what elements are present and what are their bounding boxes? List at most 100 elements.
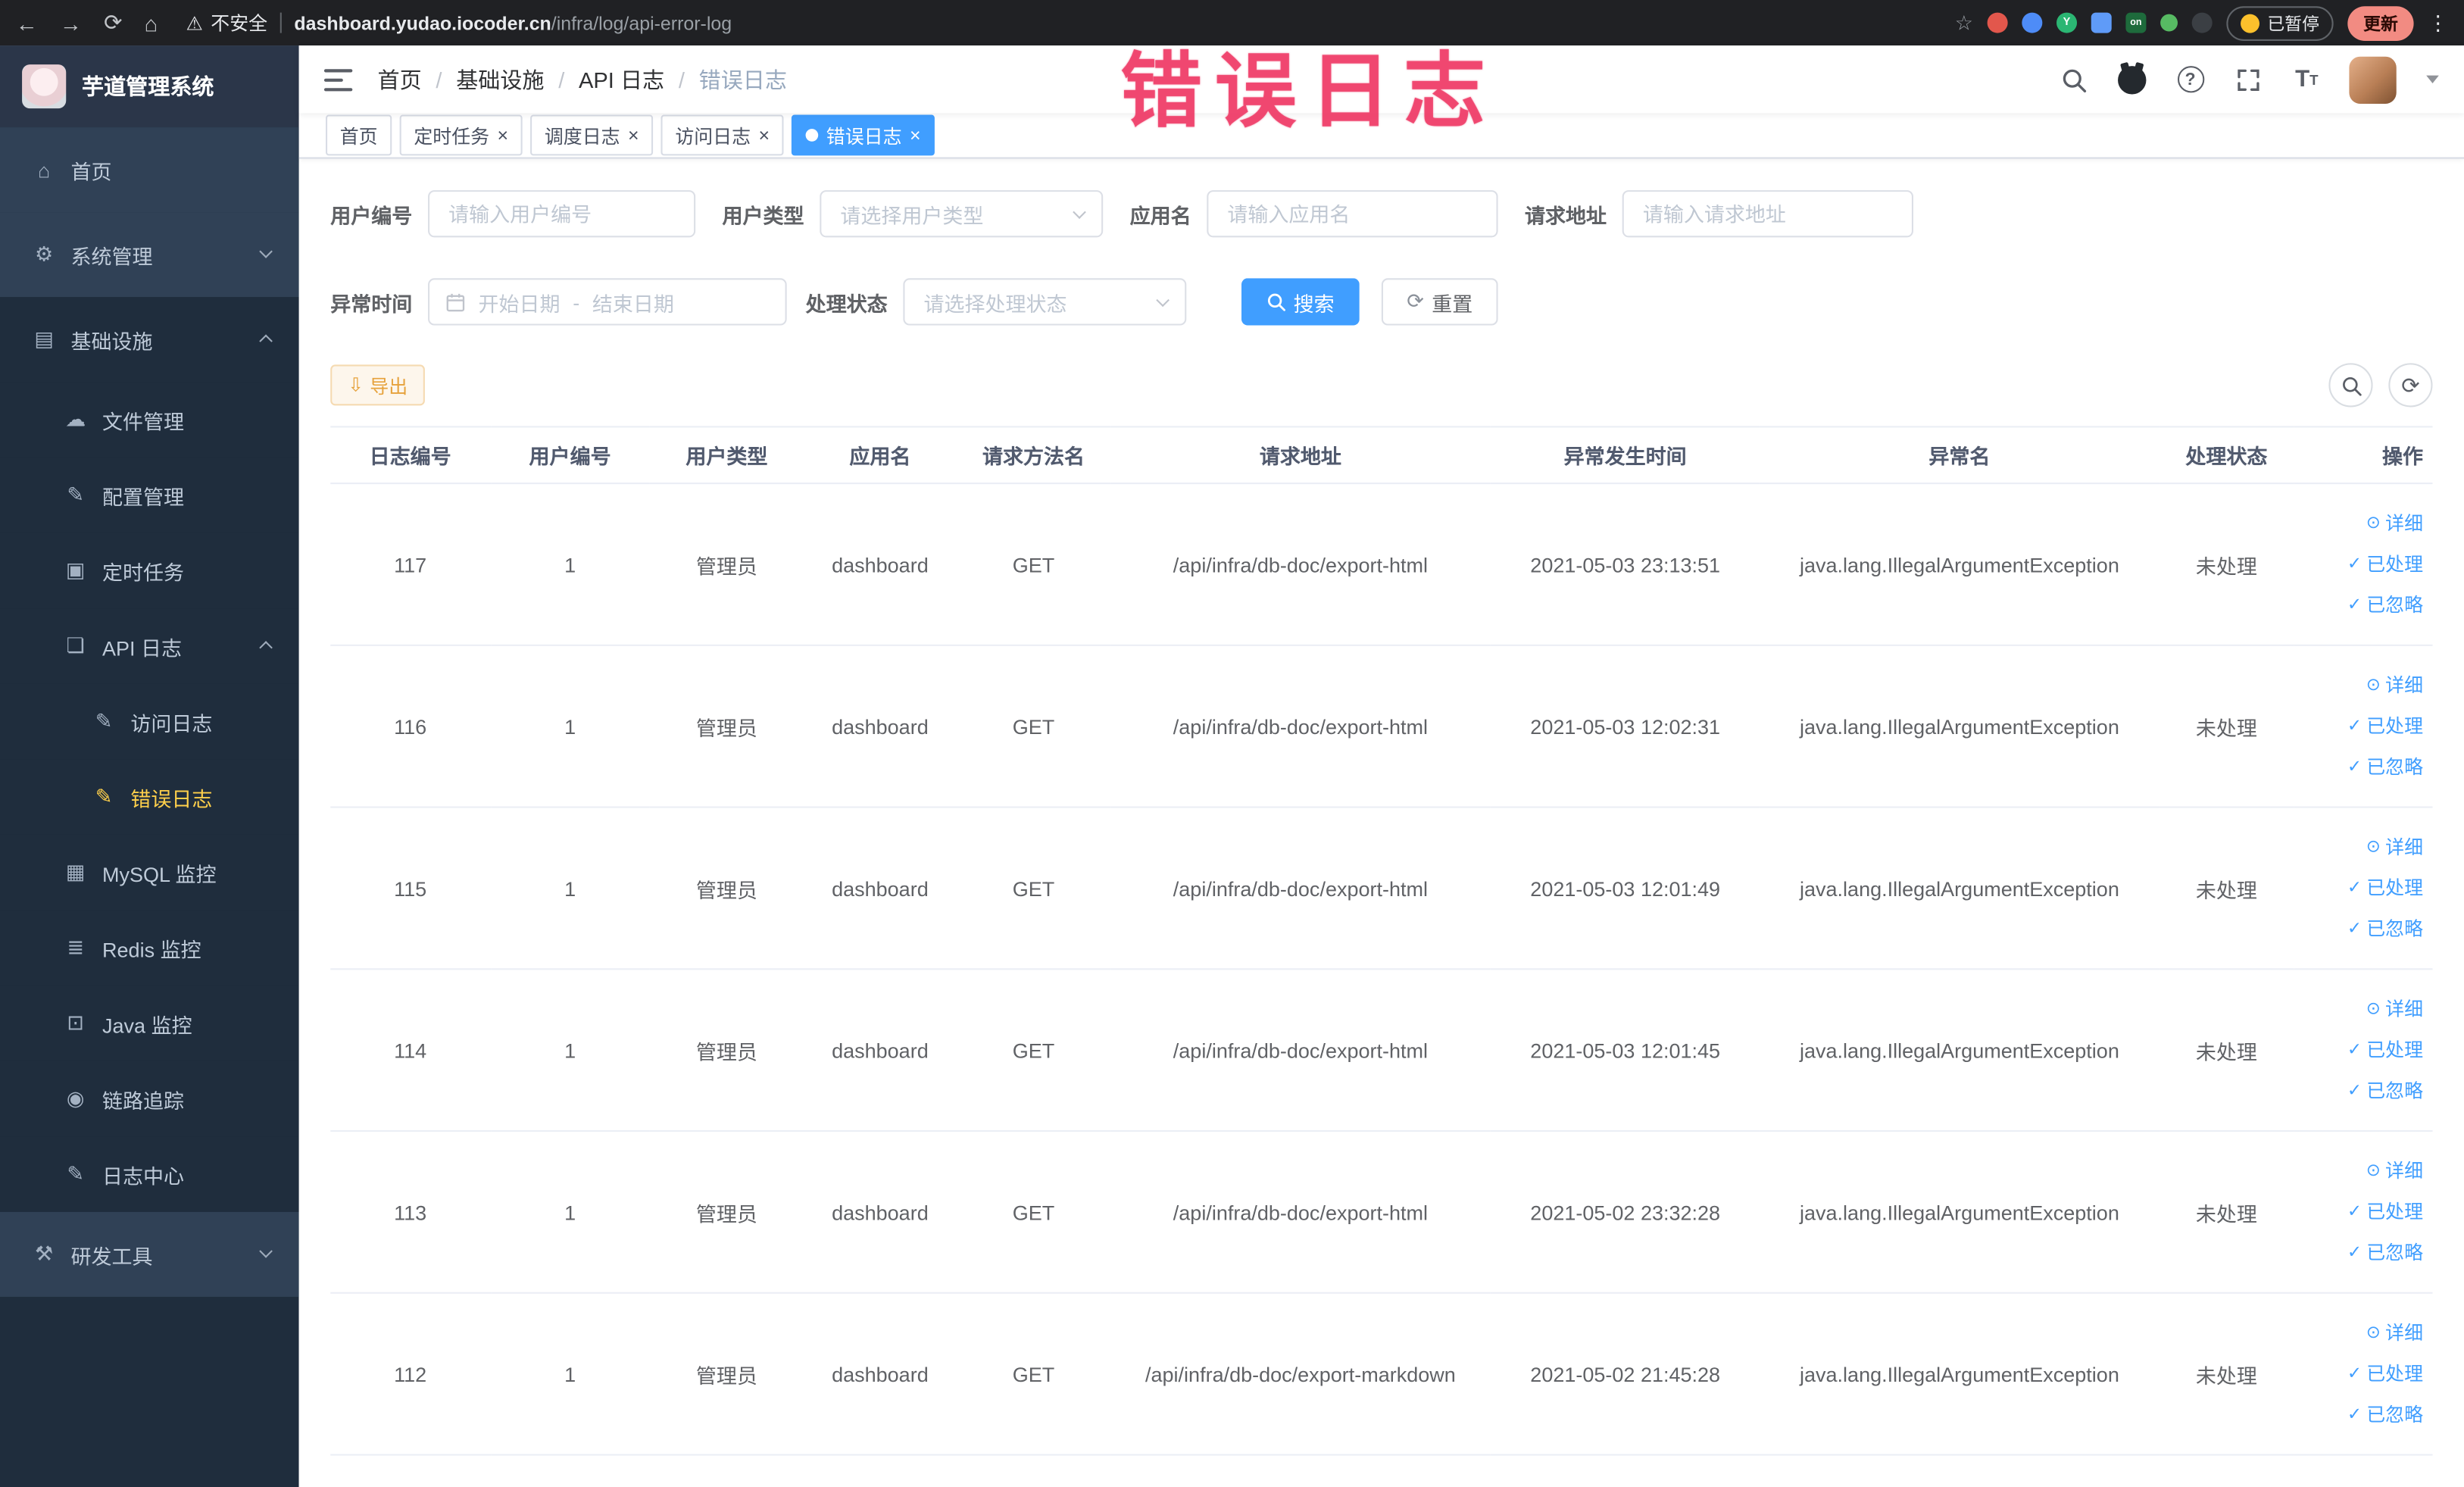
- sidebar-item-redis-monitor[interactable]: ≣ Redis 监控: [0, 910, 299, 986]
- close-icon[interactable]: ×: [497, 126, 508, 145]
- ignored-link[interactable]: ✓ 已忽略: [2300, 585, 2423, 626]
- detail-link[interactable]: ⊙ 详细: [2300, 665, 2423, 706]
- sidebar-item-infra[interactable]: ▤ 基础设施: [0, 297, 299, 383]
- chevron-down-icon: [1073, 205, 1086, 219]
- cell-method: GET: [957, 483, 1110, 646]
- cell-log-id: 116: [330, 645, 491, 808]
- cell-exception: java.lang.IllegalArgumentException: [1760, 1292, 2160, 1456]
- processed-link[interactable]: ✓ 已处理: [2300, 706, 2423, 747]
- back-icon[interactable]: ←: [16, 10, 38, 35]
- sidebar-item-error-log[interactable]: ✎ 错误日志: [0, 759, 299, 835]
- tools-icon: ⚒: [35, 1242, 54, 1266]
- cell-user-id: 1: [490, 969, 651, 1132]
- close-icon[interactable]: ×: [910, 126, 921, 145]
- sidebar-item-java-monitor[interactable]: ⊡ Java 监控: [0, 986, 299, 1061]
- table-row: 114 1 管理员 dashboard GET /api/infra/db-do…: [330, 969, 2433, 1132]
- breadcrumb-item[interactable]: API 日志: [579, 64, 664, 95]
- export-button[interactable]: ⇩ 导出: [330, 364, 426, 406]
- request-url-input[interactable]: [1622, 190, 1914, 238]
- cell-method: GET: [957, 1292, 1110, 1456]
- toggle-search-button[interactable]: [2328, 363, 2373, 408]
- collapse-sidebar-icon[interactable]: [323, 68, 353, 91]
- breadcrumb-item[interactable]: 基础设施: [456, 64, 544, 95]
- browser-menu-icon[interactable]: ⋮: [2428, 10, 2448, 35]
- tab-access-log[interactable]: 访问日志 ×: [661, 114, 784, 156]
- processed-link[interactable]: ✓ 已处理: [2300, 1354, 2423, 1395]
- reload-icon[interactable]: ⟳: [104, 9, 122, 36]
- ignored-link[interactable]: ✓ 已忽略: [2300, 1070, 2423, 1111]
- cell-url: /api/infra/db-doc/export-html: [1110, 645, 1491, 808]
- text-size-icon[interactable]: TT: [2291, 64, 2323, 95]
- paused-badge[interactable]: 已暂停: [2226, 5, 2334, 40]
- sidebar-item-mysql-monitor[interactable]: ▦ MySQL 监控: [0, 834, 299, 911]
- ignored-link[interactable]: ✓ 已忽略: [2300, 747, 2423, 788]
- close-icon[interactable]: ×: [758, 126, 770, 145]
- cell-user-type: 管理员: [650, 1131, 804, 1294]
- sidebar-item-file-manage[interactable]: ☁ 文件管理: [0, 382, 299, 458]
- extension-icon-on[interactable]: on: [2125, 12, 2147, 33]
- cell-log-id: 113: [330, 1131, 491, 1294]
- sidebar-item-home[interactable]: ⌂ 首页: [0, 127, 299, 213]
- process-status-select[interactable]: 请选择处理状态: [903, 278, 1187, 326]
- processed-link[interactable]: ✓ 已处理: [2300, 544, 2423, 585]
- sidebar-item-config-manage[interactable]: ✎ 配置管理: [0, 457, 299, 533]
- sidebar-item-system[interactable]: ⚙ 系统管理: [0, 212, 299, 298]
- fullscreen-icon[interactable]: [2233, 64, 2265, 95]
- extension-icon-blue[interactable]: [2022, 12, 2043, 33]
- reset-button[interactable]: ⟳ 重置: [1381, 278, 1498, 326]
- cell-app: dashboard: [803, 807, 957, 970]
- cell-url: /api/infra/db-doc/export-html: [1110, 969, 1491, 1132]
- avatar[interactable]: [2349, 56, 2397, 104]
- ignored-link[interactable]: ✓ 已忽略: [2300, 1395, 2423, 1435]
- extension-icon-green-y[interactable]: Y: [2056, 12, 2078, 33]
- detail-link[interactable]: ⊙ 详细: [2300, 989, 2423, 1029]
- sidebar-item-log-center[interactable]: ✎ 日志中心: [0, 1136, 299, 1212]
- app-name-input[interactable]: [1207, 190, 1498, 238]
- extension-icon-red[interactable]: [1987, 12, 2008, 33]
- github-icon[interactable]: [2116, 64, 2148, 95]
- close-icon[interactable]: ×: [628, 126, 639, 145]
- ignored-link[interactable]: ✓ 已忽略: [2300, 908, 2423, 949]
- sidebar-item-access-log[interactable]: ✎ 访问日志: [0, 683, 299, 760]
- tab-dispatch-log[interactable]: 调度日志 ×: [530, 114, 654, 156]
- eye-icon: ⊙: [2366, 1323, 2381, 1343]
- sidebar-item-tracing[interactable]: ◉ 链路追踪: [0, 1061, 299, 1137]
- detail-link[interactable]: ⊙ 详细: [2300, 503, 2423, 544]
- update-button[interactable]: 更新: [2347, 5, 2414, 40]
- user-type-select[interactable]: 请选择用户类型: [820, 190, 1104, 238]
- avatar-caret-icon[interactable]: [2426, 76, 2439, 84]
- breadcrumb: 首页 / 基础设施 / API 日志 / 错误日志: [378, 64, 787, 95]
- processed-link[interactable]: ✓ 已处理: [2300, 867, 2423, 908]
- sidebar-item-api-log[interactable]: ❏ API 日志: [0, 608, 299, 684]
- extension-icon-paw[interactable]: [2191, 12, 2213, 33]
- exception-time-range-picker[interactable]: 开始日期 - 结束日期: [428, 278, 787, 326]
- tab-home[interactable]: 首页: [326, 114, 392, 156]
- extension-icon-sprout[interactable]: [2160, 14, 2178, 32]
- processed-link[interactable]: ✓ 已处理: [2300, 1029, 2423, 1070]
- sidebar-item-scheduled-jobs[interactable]: ▣ 定时任务: [0, 533, 299, 609]
- detail-link[interactable]: ⊙ 详细: [2300, 827, 2423, 868]
- ignored-link[interactable]: ✓ 已忽略: [2300, 1232, 2423, 1273]
- sidebar-item-label: 定时任务: [102, 560, 185, 584]
- search-icon[interactable]: [2058, 64, 2090, 95]
- tab-scheduled-jobs[interactable]: 定时任务 ×: [399, 114, 523, 156]
- breadcrumb-item[interactable]: 首页: [378, 64, 422, 95]
- address-bar[interactable]: ⚠ 不安全 dashboard.yudao.iocoder.cn/infra/l…: [186, 9, 732, 36]
- bookmark-star-icon[interactable]: ☆: [1955, 10, 1973, 35]
- cell-exception: java.lang.IllegalArgumentException: [1760, 483, 2160, 646]
- cell-user-type: 管理员: [650, 483, 804, 646]
- detail-link[interactable]: ⊙ 详细: [2300, 1151, 2423, 1192]
- help-icon[interactable]: ?: [2175, 64, 2206, 95]
- extension-icon-grid[interactable]: [2091, 12, 2112, 33]
- sidebar-item-dev-tools[interactable]: ⚒ 研发工具: [0, 1211, 299, 1297]
- detail-link[interactable]: ⊙ 详细: [2300, 1313, 2423, 1354]
- forward-icon[interactable]: →: [60, 10, 82, 35]
- user-id-input[interactable]: [428, 190, 696, 238]
- processed-link[interactable]: ✓ 已处理: [2300, 1192, 2423, 1232]
- search-button[interactable]: 搜索: [1241, 278, 1360, 326]
- eye-icon: ◉: [66, 1086, 85, 1111]
- refresh-table-button[interactable]: ⟳: [2388, 363, 2433, 408]
- home-icon[interactable]: ⌂: [145, 10, 158, 35]
- tab-error-log[interactable]: 错误日志 ×: [792, 114, 935, 156]
- chevron-up-icon: [259, 334, 273, 348]
